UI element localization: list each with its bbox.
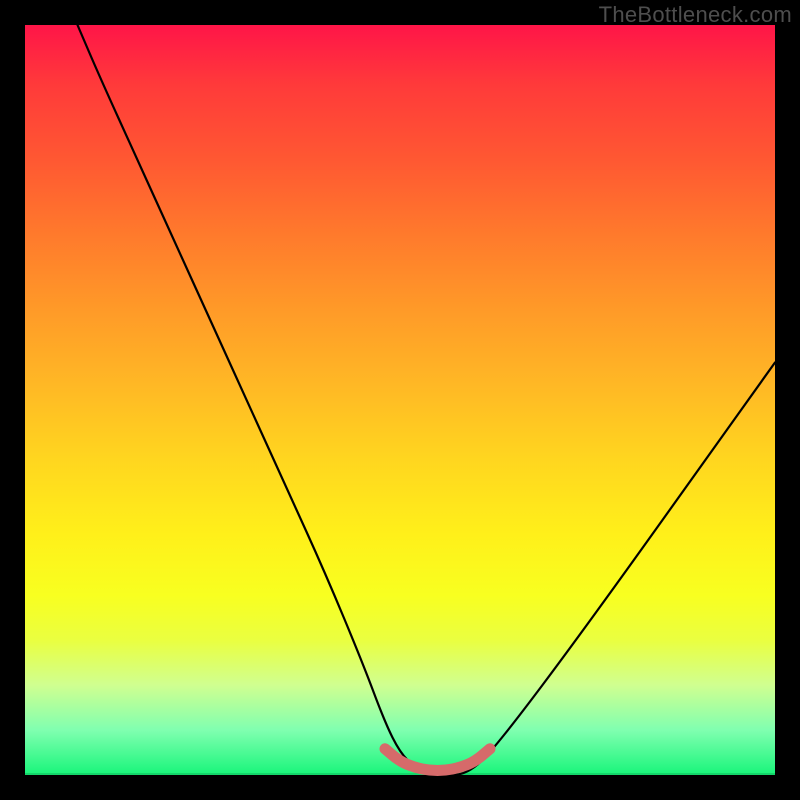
watermark-label: TheBottleneck.com — [599, 2, 792, 28]
bottleneck-curve-path — [78, 25, 776, 775]
plot-area — [25, 25, 775, 775]
chart-svg — [25, 25, 775, 775]
chart-frame: TheBottleneck.com — [0, 0, 800, 800]
